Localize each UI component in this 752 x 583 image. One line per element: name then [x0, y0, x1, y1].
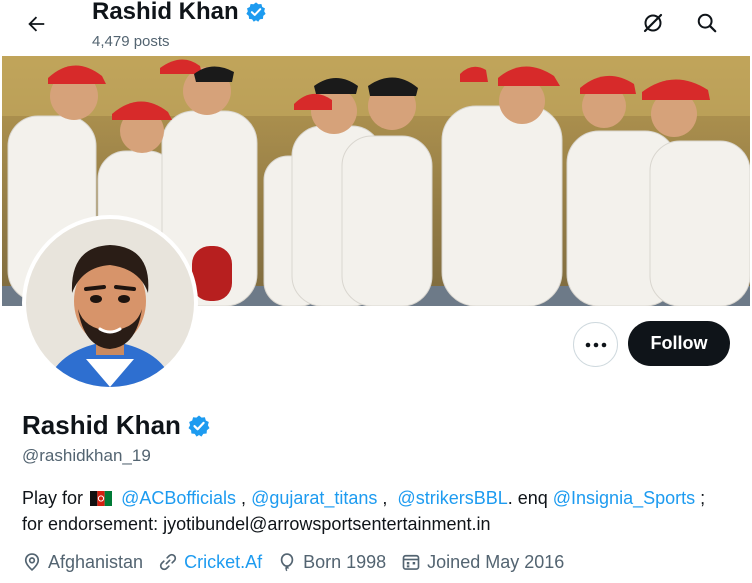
website-link[interactable]: Cricket.Af	[184, 552, 262, 573]
profile-avatar[interactable]	[22, 215, 198, 391]
profile-handle: @rashidkhan_19	[22, 446, 151, 465]
post-count: 4,479 posts	[92, 33, 170, 50]
grok-icon	[643, 13, 663, 33]
meta-joined: Joined May 2016	[401, 552, 564, 573]
link-icon	[159, 553, 177, 571]
bio-sep-1: ,	[236, 488, 252, 508]
mention-acbofficials[interactable]: @ACBofficials	[121, 488, 236, 508]
arrow-left-icon	[28, 16, 45, 32]
meta-born: Born 1998	[277, 552, 386, 573]
more-dots-icon	[585, 342, 606, 347]
born-text: Born 1998	[303, 551, 387, 572]
bio-prefix: Play for	[22, 488, 84, 508]
calendar-icon	[402, 554, 420, 570]
bio-suffix: ;	[695, 488, 706, 508]
joined-text: Joined May 2016	[427, 551, 565, 572]
mention-strikersbbl[interactable]: @strikersBBL	[397, 488, 507, 508]
search-button[interactable]	[690, 6, 724, 40]
meta-website: Cricket.Af	[158, 552, 262, 573]
header-title: Rashid Khan	[92, 0, 267, 26]
search-icon	[697, 13, 717, 33]
profile-bio: Play for @ACBofficials , @gujarat_titans…	[22, 485, 742, 537]
back-button[interactable]	[16, 6, 56, 42]
profile-meta: Afghanistan Cricket.Af Born 1998 Joined …	[22, 549, 579, 575]
top-bar: Rashid Khan 4,479 posts	[0, 0, 752, 56]
profile-name-text: Rashid Khan	[22, 410, 181, 440]
bio-line-2: for endorsement: jyotibundel@arrowsports…	[22, 514, 491, 534]
bio-mid: . enq	[507, 488, 553, 508]
mention-insignia-sports[interactable]: @Insignia_Sports	[553, 488, 695, 508]
location-text: Afghanistan	[48, 551, 144, 572]
profile-name: Rashid Khan	[22, 410, 211, 441]
grok-button[interactable]	[636, 6, 670, 40]
balloon-icon	[280, 553, 294, 572]
mention-gujarat-titans[interactable]: @gujarat_titans	[251, 488, 377, 508]
afghanistan-flag-icon	[90, 491, 113, 506]
location-pin-icon	[24, 553, 40, 572]
verified-badge-icon[interactable]	[187, 414, 211, 438]
follow-button[interactable]: Follow	[628, 321, 730, 366]
bio-sep-2: ,	[377, 488, 398, 508]
more-options-button[interactable]	[573, 322, 618, 367]
verified-badge-icon	[246, 2, 266, 22]
meta-location: Afghanistan	[22, 552, 143, 573]
avatar-image	[26, 219, 194, 387]
header-name: Rashid Khan	[92, 0, 239, 25]
